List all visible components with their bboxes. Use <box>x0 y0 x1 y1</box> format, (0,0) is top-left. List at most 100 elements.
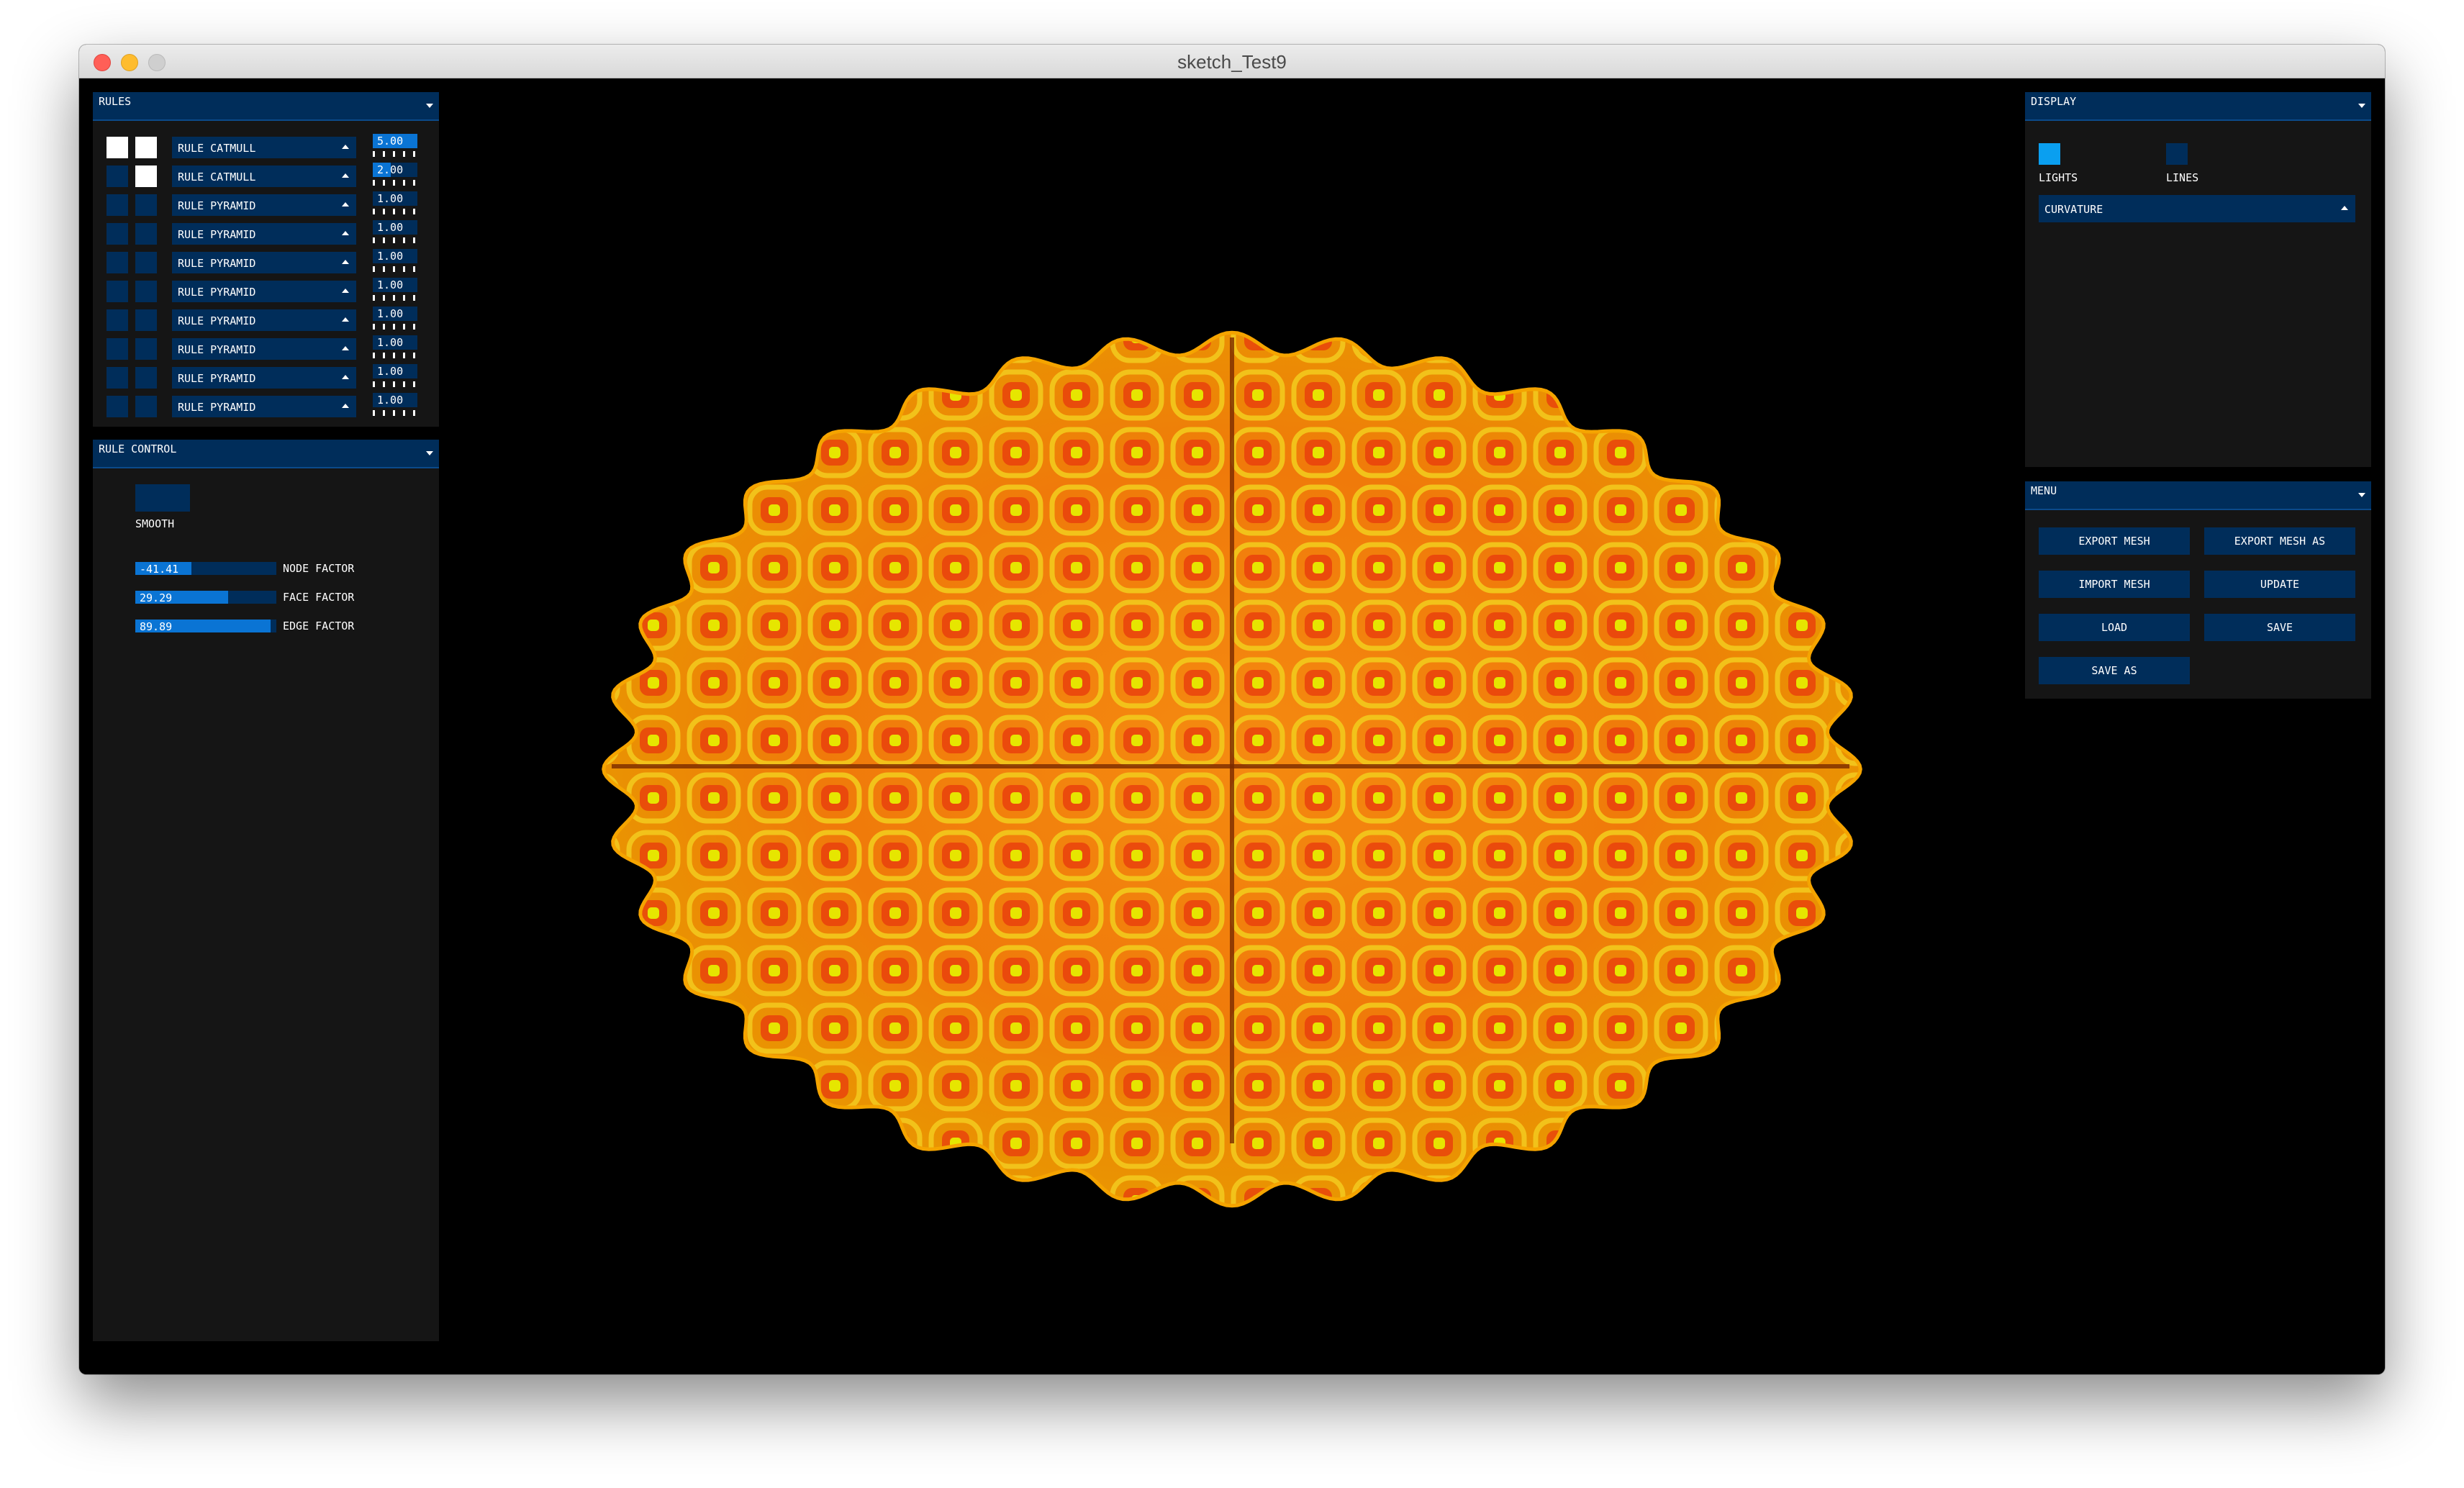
export-mesh-as-button[interactable]: EXPORT MESH AS <box>2204 527 2355 555</box>
collapse-arrow-icon[interactable] <box>426 104 433 108</box>
sketch-canvas[interactable]: RULES RULE CATMULL 5.00 RULE CATMULL 2.00 RU… <box>79 78 2385 1374</box>
save-button[interactable]: SAVE <box>2204 614 2355 641</box>
factor-value: 29.29 <box>140 591 173 604</box>
dropdown-arrow-icon <box>342 260 349 264</box>
rule-apply-checkbox[interactable] <box>135 165 157 187</box>
rule-apply-checkbox[interactable] <box>135 338 157 360</box>
slider-ticks <box>373 151 417 157</box>
slider-ticks <box>373 410 417 416</box>
rule-enable-checkbox[interactable] <box>107 252 128 273</box>
title-bar[interactable]: sketch_Test9 <box>79 45 2385 78</box>
collapse-arrow-icon[interactable] <box>2358 493 2365 497</box>
window-title: sketch_Test9 <box>1177 51 1287 73</box>
rule-type-dropdown[interactable]: RULE PYRAMID <box>172 338 356 360</box>
rule-iterations-value: 1.00 <box>377 336 404 349</box>
import-mesh-button[interactable]: IMPORT MESH <box>2039 571 2190 598</box>
menu-panel-title: MENU <box>2031 484 2057 497</box>
rule-enable-checkbox[interactable] <box>107 165 128 187</box>
rule-control-title: RULE CONTROL <box>99 443 177 455</box>
rule-enable-checkbox[interactable] <box>107 396 128 417</box>
factor-slider[interactable]: 29.29 <box>135 591 276 604</box>
mesh-surface <box>602 330 1862 1208</box>
rule-iterations-slider[interactable]: 1.00 <box>373 191 417 206</box>
rule-apply-checkbox[interactable] <box>135 281 157 302</box>
rule-iterations-slider[interactable]: 5.00 <box>373 134 417 148</box>
rule-type-dropdown[interactable]: RULE PYRAMID <box>172 281 356 302</box>
lights-toggle[interactable] <box>2039 143 2060 165</box>
rule-apply-checkbox[interactable] <box>135 396 157 417</box>
rule-apply-checkbox[interactable] <box>135 137 157 158</box>
lights-label: LIGHTS <box>2039 171 2078 184</box>
rule-iterations-value: 1.00 <box>377 365 404 378</box>
menu-panel: MENU EXPORT MESH EXPORT MESH AS IMPORT M… <box>2025 481 2371 699</box>
menu-panel-header[interactable]: MENU <box>2025 481 2371 510</box>
factor-label: NODE FACTOR <box>283 562 355 575</box>
dropdown-arrow-icon <box>342 375 349 379</box>
dropdown-arrow-icon <box>342 145 349 149</box>
load-button[interactable]: LOAD <box>2039 614 2190 641</box>
rule-iterations-slider[interactable]: 1.00 <box>373 393 417 407</box>
rule-apply-checkbox[interactable] <box>135 194 157 216</box>
lines-toggle[interactable] <box>2166 143 2188 165</box>
app-window: sketch_Test9 RULES RULE CATMULL 5.00 RUL… <box>79 45 2385 1374</box>
lines-label: LINES <box>2166 171 2199 184</box>
factor-label: EDGE FACTOR <box>283 620 355 632</box>
rule-type-label: RULE PYRAMID <box>178 257 256 270</box>
rules-panel-header[interactable]: RULES <box>93 92 439 121</box>
factor-label: FACE FACTOR <box>283 591 355 604</box>
dropdown-arrow-icon <box>342 317 349 322</box>
slider-ticks <box>373 353 417 358</box>
rule-enable-checkbox[interactable] <box>107 338 128 360</box>
export-mesh-button[interactable]: EXPORT MESH <box>2039 527 2190 555</box>
rule-enable-checkbox[interactable] <box>107 367 128 389</box>
collapse-arrow-icon[interactable] <box>2358 104 2365 108</box>
rules-panel-title: RULES <box>99 95 132 108</box>
rule-apply-checkbox[interactable] <box>135 223 157 245</box>
factor-slider[interactable]: -41.41 <box>135 562 276 576</box>
rule-type-label: RULE PYRAMID <box>178 286 256 299</box>
update-button[interactable]: UPDATE <box>2204 571 2355 598</box>
rule-apply-checkbox[interactable] <box>135 252 157 273</box>
rule-iterations-value: 2.00 <box>377 163 404 176</box>
rule-enable-checkbox[interactable] <box>107 281 128 302</box>
factor-value: 89.89 <box>140 620 173 633</box>
rule-type-dropdown[interactable]: RULE CATMULL <box>172 165 356 187</box>
rule-enable-checkbox[interactable] <box>107 223 128 245</box>
rule-iterations-slider[interactable]: 1.00 <box>373 335 417 350</box>
rule-iterations-slider[interactable]: 1.00 <box>373 364 417 378</box>
rule-enable-checkbox[interactable] <box>107 309 128 331</box>
factor-slider[interactable]: 89.89 <box>135 620 276 633</box>
slider-ticks <box>373 180 417 186</box>
rule-iterations-slider[interactable]: 1.00 <box>373 249 417 263</box>
rule-control-header[interactable]: RULE CONTROL <box>93 440 439 468</box>
display-panel-header[interactable]: DISPLAY <box>2025 92 2371 121</box>
slider-ticks <box>373 237 417 243</box>
rule-enable-checkbox[interactable] <box>107 194 128 216</box>
rule-type-dropdown[interactable]: RULE PYRAMID <box>172 252 356 273</box>
rule-apply-checkbox[interactable] <box>135 309 157 331</box>
rule-iterations-slider[interactable]: 2.00 <box>373 163 417 177</box>
rule-type-dropdown[interactable]: RULE CATMULL <box>172 137 356 158</box>
rule-iterations-slider[interactable]: 1.00 <box>373 307 417 321</box>
dropdown-arrow-icon <box>342 289 349 293</box>
display-mode-dropdown[interactable]: CURVATURE <box>2039 195 2355 222</box>
rule-iterations-value: 1.00 <box>377 278 404 291</box>
rules-panel: RULES RULE CATMULL 5.00 RULE CATMULL 2.00 RU… <box>93 92 439 427</box>
rule-type-label: RULE PYRAMID <box>178 228 256 241</box>
rule-iterations-slider[interactable]: 1.00 <box>373 278 417 292</box>
rule-type-label: RULE PYRAMID <box>178 314 256 327</box>
rule-iterations-value: 1.00 <box>377 394 404 407</box>
display-panel: DISPLAY LIGHTS LINES CURVATURE <box>2025 92 2371 467</box>
rule-type-label: RULE PYRAMID <box>178 199 256 212</box>
rule-iterations-slider[interactable]: 1.00 <box>373 220 417 235</box>
smooth-toggle[interactable] <box>135 484 190 512</box>
save-as-button[interactable]: SAVE AS <box>2039 657 2190 684</box>
rule-type-dropdown[interactable]: RULE PYRAMID <box>172 223 356 245</box>
rule-type-dropdown[interactable]: RULE PYRAMID <box>172 367 356 389</box>
collapse-arrow-icon[interactable] <box>426 451 433 455</box>
rule-type-dropdown[interactable]: RULE PYRAMID <box>172 194 356 216</box>
rule-type-dropdown[interactable]: RULE PYRAMID <box>172 396 356 417</box>
rule-enable-checkbox[interactable] <box>107 137 128 158</box>
rule-type-dropdown[interactable]: RULE PYRAMID <box>172 309 356 331</box>
rule-apply-checkbox[interactable] <box>135 367 157 389</box>
